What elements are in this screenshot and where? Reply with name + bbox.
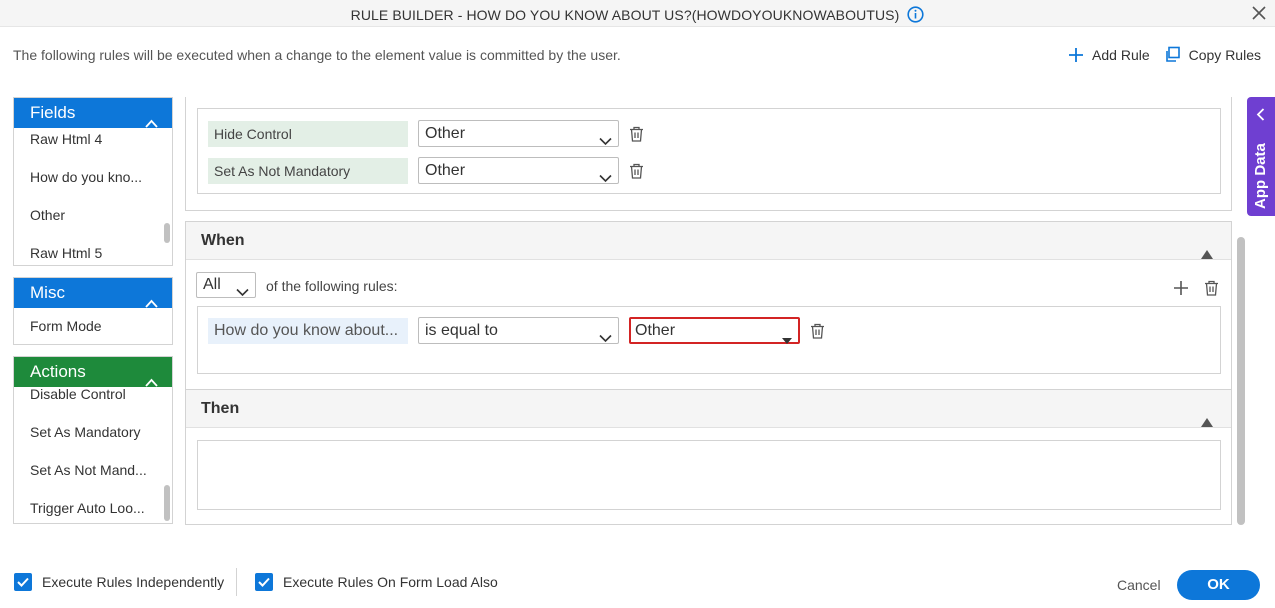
info-icon[interactable] <box>907 6 924 26</box>
cancel-button[interactable]: Cancel <box>1117 577 1161 593</box>
action-item[interactable]: Trigger Auto Loo... <box>14 489 172 523</box>
field-item[interactable]: Other <box>14 196 172 234</box>
app-data-label: App Data <box>1252 143 1269 209</box>
fields-panel-title: Fields <box>30 103 76 122</box>
trash-icon[interactable] <box>629 163 644 179</box>
rule-action-row: Hide Control Other <box>208 120 644 147</box>
then-section-title: Then <box>201 400 240 417</box>
app-data-tab[interactable]: App Data <box>1247 97 1275 216</box>
add-rule-label: Add Rule <box>1092 46 1150 63</box>
condition-row: How do you know about... is equal to Oth… <box>208 317 825 344</box>
ok-button[interactable]: OK <box>1177 570 1260 600</box>
chevron-down-icon <box>599 129 612 154</box>
add-rule-button[interactable]: Add Rule <box>1068 46 1150 63</box>
footer-divider <box>236 568 237 596</box>
field-item[interactable]: Raw Html 5 <box>14 234 172 265</box>
main-scrollbar[interactable] <box>1237 237 1245 525</box>
rule-action-label: Hide Control <box>208 120 408 147</box>
rule-action-label: Set As Not Mandatory <box>208 157 408 184</box>
actions-scrollbar[interactable] <box>164 485 170 521</box>
rule-action-value-select[interactable]: Other <box>418 157 619 184</box>
dialog-title-text: RULE BUILDER - HOW DO YOU KNOW ABOUT US?… <box>350 7 900 23</box>
then-actions-drop-area[interactable] <box>197 440 1221 510</box>
rule-actions-list: Hide Control Other Set As Not Mandatory … <box>197 108 1221 194</box>
execute-on-load-label: Execute Rules On Form Load Also <box>283 574 498 590</box>
chevron-up-icon[interactable] <box>145 108 158 138</box>
top-toolbar: Add Rule Copy Rules <box>1068 46 1261 63</box>
then-section-header[interactable]: Then <box>186 390 1231 428</box>
actions-panel: Actions Disable Control Set As Mandatory… <box>13 356 173 524</box>
actions-panel-title: Actions <box>30 362 86 381</box>
when-section-title: When <box>201 232 245 249</box>
dialog-titlebar: RULE BUILDER - HOW DO YOU KNOW ABOUT US?… <box>0 0 1275 27</box>
chevron-up-icon[interactable] <box>145 288 158 318</box>
match-suffix-text: of the following rules: <box>266 278 398 294</box>
trash-icon[interactable] <box>1204 280 1219 299</box>
dialog-footer: Execute Rules Independently Execute Rule… <box>0 560 1275 608</box>
chevron-down-icon <box>236 281 249 305</box>
plus-icon <box>1068 47 1084 63</box>
fields-panel-header[interactable]: Fields <box>14 98 172 128</box>
rule-action-row: Set As Not Mandatory Other <box>208 157 644 184</box>
checkbox-checked-icon <box>255 573 273 591</box>
execute-independently-checkbox[interactable]: Execute Rules Independently <box>14 573 224 591</box>
collapse-triangle-icon[interactable] <box>1201 404 1213 442</box>
add-condition-icon[interactable] <box>1173 280 1189 299</box>
fields-panel: Fields Raw Html 4 How do you kno... Othe… <box>13 97 173 266</box>
misc-panel: Misc Form Mode <box>13 277 173 345</box>
chevron-down-icon <box>599 326 612 351</box>
action-item[interactable]: Set As Mandatory <box>14 413 172 451</box>
misc-panel-title: Misc <box>30 283 65 302</box>
condition-list: How do you know about... is equal to Oth… <box>197 306 1221 374</box>
match-mode-select[interactable]: All <box>196 272 256 298</box>
condition-value-select[interactable]: Other <box>629 317 800 344</box>
actions-panel-header[interactable]: Actions <box>14 357 172 387</box>
caret-down-icon <box>782 328 792 351</box>
select-value: All <box>203 276 221 293</box>
copy-rules-button[interactable]: Copy Rules <box>1164 46 1261 63</box>
trash-icon[interactable] <box>810 323 825 339</box>
misc-panel-header[interactable]: Misc <box>14 278 172 308</box>
execute-on-load-checkbox[interactable]: Execute Rules On Form Load Also <box>255 573 498 591</box>
dialog-title: RULE BUILDER - HOW DO YOU KNOW ABOUT US?… <box>0 6 1275 26</box>
condition-field: How do you know about... <box>208 317 408 344</box>
execute-independently-label: Execute Rules Independently <box>42 574 225 590</box>
select-value: is equal to <box>425 322 498 339</box>
when-section: When All of the following rules: How do … <box>185 221 1232 390</box>
close-icon[interactable] <box>1251 5 1267 21</box>
when-section-header[interactable]: When <box>186 222 1231 260</box>
then-section: Then <box>185 389 1232 525</box>
condition-operator-select[interactable]: is equal to <box>418 317 619 344</box>
trash-icon[interactable] <box>629 126 644 142</box>
action-item[interactable]: Set As Not Mand... <box>14 451 172 489</box>
collapse-triangle-icon[interactable] <box>1201 236 1213 274</box>
rule-actions-box: Hide Control Other Set As Not Mandatory … <box>185 97 1232 211</box>
copy-rules-label: Copy Rules <box>1188 46 1261 63</box>
select-value: Other <box>425 125 466 142</box>
fields-scrollbar[interactable] <box>164 223 170 243</box>
chevron-down-icon <box>599 166 612 191</box>
select-value: Other <box>635 322 676 339</box>
rule-action-value-select[interactable]: Other <box>418 120 619 147</box>
rules-description: The following rules will be executed whe… <box>13 47 621 63</box>
copy-icon <box>1164 46 1181 63</box>
chevron-left-icon <box>1256 108 1265 124</box>
field-item[interactable]: How do you kno... <box>14 158 172 196</box>
checkbox-checked-icon <box>14 573 32 591</box>
select-value: Other <box>425 162 466 179</box>
chevron-up-icon[interactable] <box>145 367 158 397</box>
